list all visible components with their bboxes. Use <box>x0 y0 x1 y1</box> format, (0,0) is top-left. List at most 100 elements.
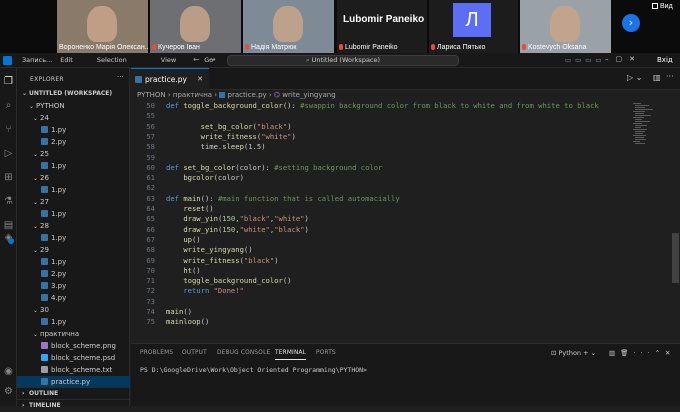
explorer-more-icon[interactable]: ··· <box>117 73 124 81</box>
tree-file[interactable]: 1.py <box>17 232 130 244</box>
run-python-button[interactable]: ▷ ⌄ <box>627 73 642 82</box>
tree-folder[interactable]: ⌄ 27 <box>17 196 130 208</box>
panel-tab[interactable]: PORTS <box>316 350 336 356</box>
tree-label: 1.py <box>51 210 67 218</box>
remote-icon[interactable]: ▤ <box>3 220 14 231</box>
tree-folder[interactable]: ⌄ 28 <box>17 220 130 232</box>
tree-file[interactable]: block_scheme.psd <box>17 352 130 364</box>
explorer-icon[interactable]: ❐ <box>3 76 14 87</box>
menu-item[interactable]: Selection <box>97 56 127 64</box>
code-line[interactable]: return "Done!" <box>166 286 244 295</box>
timeline-section[interactable]: › TIMELINE <box>17 399 130 411</box>
participant-tile[interactable]: Надія Матрюк <box>243 0 334 53</box>
workspace-header[interactable]: ⌄ UNTITLED (WORKSPACE) <box>17 88 130 100</box>
nav-back-icon[interactable]: ← <box>193 55 200 64</box>
code-line[interactable]: toggle_background_color() <box>166 276 291 285</box>
tree-file[interactable]: 1.py <box>17 256 130 268</box>
code-line[interactable]: up() <box>166 235 200 244</box>
participant-tile[interactable]: Kostevych Oksana <box>520 0 611 53</box>
tree-file[interactable]: 1.py <box>17 184 130 196</box>
py-file-icon <box>41 282 48 289</box>
breadcrumb-file[interactable]: practice.py <box>228 91 267 99</box>
panel-actions[interactable]: ▥🗑···⌃✕ <box>609 349 675 357</box>
explorer-sidebar: EXPLORER ··· ⌄ UNTITLED (WORKSPACE) ⌄ PYTH… <box>17 68 130 409</box>
code-line[interactable]: def toggle_background_color(): #swappin … <box>166 101 599 110</box>
participant-name: Kostevych Oksana <box>522 44 586 51</box>
run-debug-icon[interactable]: ▷ <box>3 148 14 159</box>
code-line[interactable]: write_yingyang() <box>166 245 252 254</box>
tree-folder[interactable]: ⌄ 25 <box>17 148 130 160</box>
code-line[interactable]: def set_bg_color(color): #setting backgr… <box>166 163 382 172</box>
split-editor-icon[interactable]: ▥ <box>653 73 661 82</box>
outline-section[interactable]: › OUTLINE <box>17 387 130 399</box>
code-line[interactable]: main() <box>166 307 192 316</box>
tree-file[interactable]: block_scheme.txt <box>17 364 130 376</box>
editor-tab-practice[interactable]: practice.py ✕ <box>131 68 209 90</box>
window-controls[interactable]: –▢✕ <box>605 55 642 63</box>
menu-item[interactable]: View <box>161 56 176 64</box>
participant-tile[interactable]: Кучеров Іван <box>150 0 241 53</box>
extensions-icon[interactable]: ⊞ <box>3 172 14 183</box>
python-env-icon[interactable]: ◈ <box>3 232 14 244</box>
terminal-shell-selector[interactable]: ⊡ Python + ⌄ <box>551 349 596 357</box>
more-actions-icon[interactable]: ··· <box>666 72 674 81</box>
tree-folder[interactable]: ⌄ 26 <box>17 172 130 184</box>
panel-tab[interactable]: DEBUG CONSOLE <box>217 350 270 356</box>
py-file-icon <box>41 258 48 265</box>
command-center-search[interactable]: ⌕ Untitled (Workspace) <box>227 55 459 66</box>
breadcrumb-symbol[interactable]: write_yingyang <box>282 91 335 99</box>
tree-file[interactable]: 1.py <box>17 316 130 328</box>
menu-item[interactable]: Запись... <box>22 56 52 64</box>
tree-file[interactable]: 2.py <box>17 136 130 148</box>
account-icon[interactable]: ◉ <box>3 366 14 377</box>
tree-folder[interactable]: ⌄ 24 <box>17 112 130 124</box>
next-participants-button[interactable]: › <box>622 14 640 32</box>
terminal-output[interactable]: PS D:\GoogleDrive\Work\Object Oriented P… <box>140 366 367 374</box>
code-line[interactable]: draw_yin(150,"black","white") <box>166 214 309 223</box>
participant-tile[interactable]: Вороненко Марія Олексан... <box>57 0 148 53</box>
code-line[interactable]: set_bg_color("black") <box>166 122 292 131</box>
tree-file[interactable]: block_scheme.png <box>17 340 130 352</box>
tree-folder[interactable]: ⌄ 30 <box>17 304 130 316</box>
source-control-icon[interactable]: ⑂ <box>3 124 14 135</box>
layout-icons[interactable]: ▭▭▭▭ <box>565 56 606 64</box>
code-line[interactable]: def main(): #main function that is calle… <box>166 194 400 203</box>
menu-item[interactable]: Edit <box>60 56 73 64</box>
code-editor[interactable]: 50 def toggle_background_color(): #swappi… <box>131 101 631 341</box>
exit-label[interactable]: Вхід <box>657 56 673 64</box>
participant-tile[interactable]: Lubomir Paneiko Lubomir Paneiko <box>337 0 427 53</box>
code-line[interactable]: bgcolor(color) <box>166 173 244 182</box>
terminal-icon: ⊡ <box>551 349 559 357</box>
nav-forward-icon[interactable]: → <box>209 55 216 64</box>
root-folder[interactable]: ⌄ PYTHON <box>17 100 130 112</box>
manage-gear-icon[interactable]: ⚙ <box>3 386 14 397</box>
tree-folder[interactable]: ⌄ 29 <box>17 244 130 256</box>
search-icon[interactable]: ⌕ <box>3 100 14 111</box>
code-line[interactable]: time.sleep(1.5) <box>166 142 266 151</box>
code-line[interactable]: reset() <box>166 204 213 213</box>
code-line[interactable]: mainloop() <box>166 317 209 326</box>
code-line[interactable]: ht() <box>166 266 200 275</box>
breadcrumb-folder-python[interactable]: PYTHON <box>137 91 166 99</box>
tree-file[interactable]: 1.py <box>17 124 130 136</box>
add-terminal-icon[interactable]: + ⌄ <box>581 349 596 357</box>
panel-tab[interactable]: TERMINAL <box>275 350 307 360</box>
panel-tab[interactable]: OUTPUT <box>182 350 207 356</box>
tree-file[interactable]: 2.py <box>17 268 130 280</box>
testing-icon[interactable]: ⚗ <box>3 196 14 207</box>
tree-file[interactable]: 1.py <box>17 160 130 172</box>
code-line[interactable]: write_fitness("black") <box>166 256 278 265</box>
panel-tab[interactable]: PROBLEMS <box>140 350 173 356</box>
close-tab-icon[interactable]: ✕ <box>197 69 203 90</box>
tree-folder[interactable]: ⌄ практична <box>17 328 130 340</box>
breadcrumb-folder-practical[interactable]: практична <box>173 91 212 99</box>
tree-file[interactable]: 4.py <box>17 292 130 304</box>
view-menu[interactable]: Вид <box>652 3 673 10</box>
code-line[interactable]: write_fitness("white") <box>166 132 296 141</box>
editor-scrollbar[interactable] <box>671 101 680 341</box>
minimap[interactable] <box>631 101 671 341</box>
code-line[interactable]: draw_yin(150,"white","black") <box>166 225 309 234</box>
participant-tile[interactable]: Л Лариса Пятько <box>429 0 518 53</box>
tree-file[interactable]: 3.py <box>17 280 130 292</box>
tree-file[interactable]: 1.py <box>17 208 130 220</box>
